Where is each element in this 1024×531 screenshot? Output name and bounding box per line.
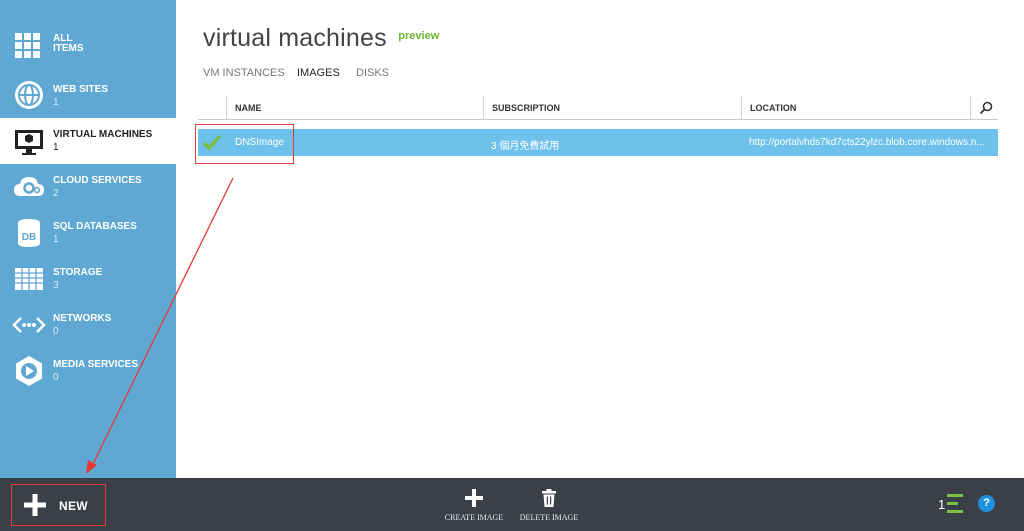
trash-icon: [542, 489, 556, 507]
sidebar-item-cloud-services[interactable]: CLOUD SERVICES 2: [0, 164, 176, 210]
operations-list-icon[interactable]: [947, 494, 963, 513]
cell-subscription: 3 個月免費試用: [491, 141, 560, 152]
plus-icon: [465, 489, 483, 507]
create-image-button[interactable]: CREATE IMAGE: [439, 488, 509, 528]
page-title: virtual machines: [203, 24, 387, 52]
highlight-box-dnsimage: [195, 124, 294, 164]
svg-text:DB: DB: [22, 232, 36, 243]
sidebar-item-count: 0: [53, 326, 59, 337]
database-icon: DB: [18, 219, 40, 247]
column-header-name[interactable]: NAME: [226, 96, 481, 120]
monitor-icon: [15, 130, 43, 155]
sidebar-item-label: STORAGE: [53, 267, 103, 278]
table-icon: [15, 268, 43, 290]
sidebar-item-count: 3: [53, 280, 59, 291]
sidebar-item-sql-databases[interactable]: DB SQL DATABASES 1: [0, 210, 176, 256]
network-icon: [12, 317, 46, 333]
grid-icon: [15, 33, 40, 58]
sidebar-item-label: SQL DATABASES: [53, 221, 137, 232]
sidebar-item-all-items[interactable]: ALL ITEMS: [0, 24, 176, 70]
sidebar-item-label: MEDIA SERVICES: [53, 359, 139, 370]
search-column: [970, 96, 998, 120]
sidebar-item-count: 2: [53, 188, 59, 199]
sidebar-item-count: 0: [53, 372, 59, 383]
sidebar-item-media-services[interactable]: MEDIA SERVICES 0: [0, 348, 176, 394]
media-play-icon: [16, 356, 42, 386]
sidebar-item-label: VIRTUAL MACHINES: [53, 129, 153, 140]
delete-image-button[interactable]: DELETE IMAGE: [514, 488, 584, 528]
sidebar-item-label: WEB SITES: [53, 84, 109, 95]
sidebar: ALL ITEMS WEB SITES 1 VIRTUAL MACHINES 1…: [0, 0, 176, 478]
sidebar-item-count: 1: [53, 234, 59, 245]
sidebar-item-networks[interactable]: NETWORKS 0: [0, 302, 176, 348]
globe-icon: [15, 81, 43, 109]
operations-count[interactable]: 1: [938, 497, 945, 512]
sidebar-item-count: 1: [53, 97, 59, 108]
highlight-box-new: [11, 484, 106, 526]
command-bar: NEW CREATE IMAGE DELETE IMAGE 1 ?: [0, 478, 1024, 531]
sidebar-item-label: CLOUD SERVICES: [53, 175, 142, 186]
preview-badge: preview: [398, 30, 440, 42]
tab-vm-instances[interactable]: VM INSTANCES: [203, 67, 285, 79]
help-button[interactable]: ?: [978, 495, 995, 512]
tab-images[interactable]: IMAGES: [297, 67, 340, 79]
sidebar-item-label: NETWORKS: [53, 313, 112, 324]
create-image-label: CREATE IMAGE: [444, 513, 504, 522]
grid-header: NAME SUBSCRIPTION LOCATION: [198, 96, 998, 120]
search-icon[interactable]: [978, 100, 994, 116]
sidebar-item-count: 1: [53, 142, 59, 153]
sidebar-item-label: ALL ITEMS: [53, 33, 84, 54]
delete-image-label: DELETE IMAGE: [519, 513, 579, 522]
cell-location: http://portalvhds7kd7cts22ylzc.blob.core…: [749, 137, 985, 148]
sidebar-item-web-sites[interactable]: WEB SITES 1: [0, 72, 176, 118]
column-header-location[interactable]: LOCATION: [741, 96, 969, 120]
sidebar-item-storage[interactable]: STORAGE 3: [0, 256, 176, 302]
cloud-gear-icon: [14, 177, 44, 196]
tab-disks[interactable]: DISKS: [356, 67, 389, 79]
table-row[interactable]: DNSImage 3 個月免費試用 http://portalvhds7kd7c…: [198, 129, 998, 156]
page-header: virtual machines preview: [203, 24, 439, 53]
sidebar-item-virtual-machines[interactable]: VIRTUAL MACHINES 1: [0, 118, 176, 164]
column-header-subscription[interactable]: SUBSCRIPTION: [483, 96, 738, 120]
